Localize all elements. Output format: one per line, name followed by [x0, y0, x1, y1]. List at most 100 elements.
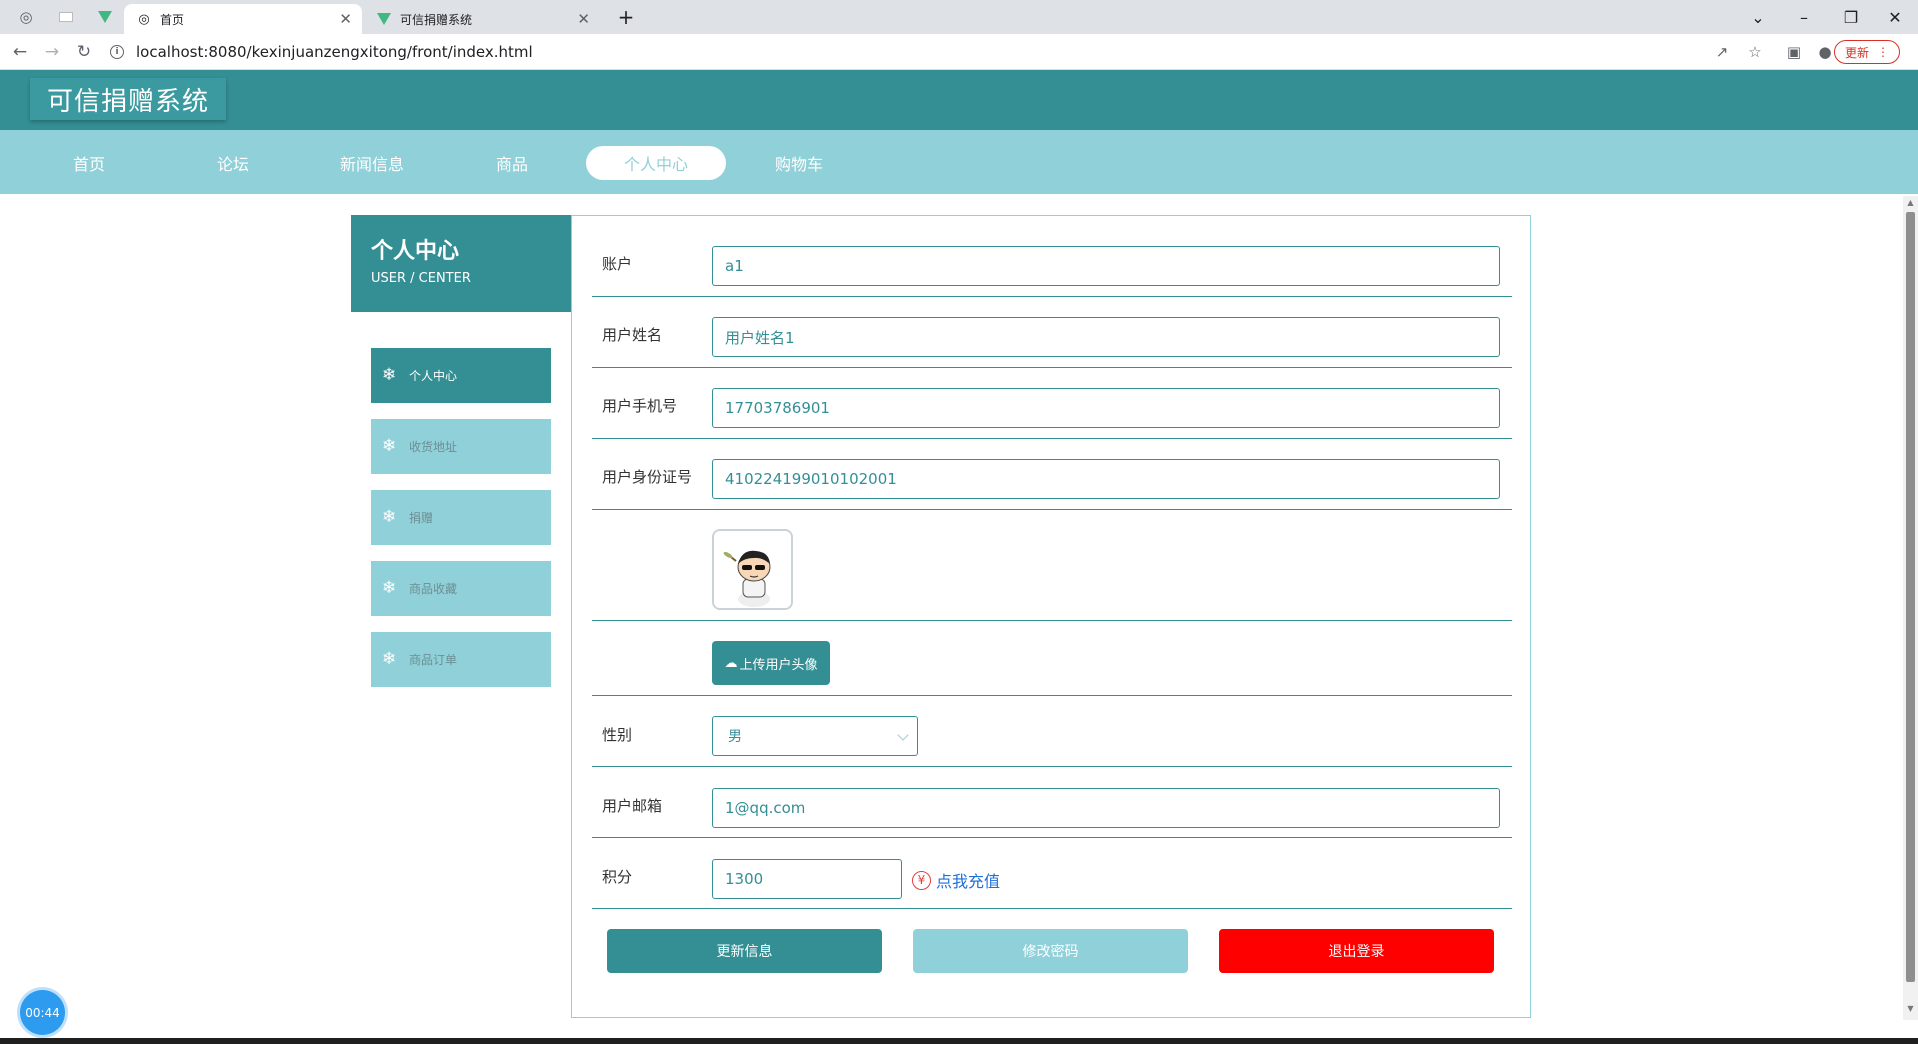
nav-products[interactable]: 商品: [483, 146, 541, 180]
sidebar-item-address[interactable]: ❄ 收货地址: [371, 419, 551, 474]
scroll-up-icon[interactable]: ▲: [1905, 198, 1916, 207]
points-field[interactable]: 1300: [712, 859, 902, 899]
tab-home[interactable]: ◎ 首页 ✕: [124, 4, 362, 34]
sidebar-header: 个人中心 USER / CENTER: [351, 215, 571, 312]
account-field[interactable]: a1: [712, 246, 1500, 286]
sidebar-item-label: 商品收藏: [409, 582, 458, 596]
site-header: 可信捐赠系统: [0, 70, 1918, 130]
points-label: 积分: [602, 868, 633, 886]
divider: [592, 766, 1512, 767]
avatar[interactable]: [712, 529, 793, 610]
update-info-button[interactable]: 更新信息: [607, 929, 882, 973]
tab-donation-system[interactable]: 可信捐赠系统 ✕: [364, 4, 600, 34]
globe-icon[interactable]: ◎: [17, 8, 35, 26]
sidebar-title: 个人中心: [371, 239, 460, 264]
nav-home[interactable]: 首页: [60, 146, 118, 180]
divider: [592, 438, 1512, 439]
id-card-label: 用户身份证号: [602, 468, 693, 486]
vue-icon[interactable]: [96, 8, 114, 26]
tab-title: 首页: [160, 12, 185, 27]
recharge-link[interactable]: ¥ 点我充值: [912, 868, 1000, 892]
avatar-cartoon-image: [714, 531, 791, 608]
vue-icon: [376, 11, 392, 27]
site-logo[interactable]: 可信捐赠系统: [30, 78, 226, 120]
gender-value: 男: [728, 729, 742, 745]
reload-icon[interactable]: ↻: [73, 41, 95, 63]
yen-icon: ¥: [912, 870, 931, 890]
update-label: 更新: [1844, 45, 1869, 60]
page: ◎ ◎ 首页 ✕ 可信捐赠系统 ✕ + ⌄ – ❐ ✕ ← → ↻ i loca…: [0, 0, 1918, 1044]
snowflake-icon: ❄: [382, 365, 397, 385]
nav-news[interactable]: 新闻信息: [332, 146, 412, 180]
divider: [592, 367, 1512, 368]
restore-icon[interactable]: ❐: [1836, 4, 1866, 30]
chevron-down-icon[interactable]: ⌄: [1743, 4, 1773, 30]
divider: [592, 296, 1512, 297]
scrollbar-thumb[interactable]: [1906, 212, 1915, 982]
close-icon[interactable]: ✕: [577, 10, 590, 28]
sidebar-item-user-center[interactable]: ❄ 个人中心: [371, 348, 551, 403]
email-field[interactable]: 1@qq.com: [712, 788, 1500, 828]
blank-page-icon[interactable]: [57, 8, 75, 26]
sidebar-item-label: 收货地址: [409, 440, 458, 454]
profile-icon[interactable]: ●: [1815, 42, 1835, 62]
sidebar-subtitle: USER / CENTER: [371, 271, 471, 286]
sidebar-item-donation[interactable]: ❄ 捐赠: [371, 490, 551, 545]
sidebar-item-label: 个人中心: [409, 369, 458, 383]
browser-tab-bar: ◎ ◎ 首页 ✕ 可信捐赠系统 ✕ + ⌄ – ❐ ✕: [0, 0, 1918, 34]
phone-label: 用户手机号: [602, 397, 678, 415]
globe-icon: ◎: [138, 11, 150, 27]
phone-field[interactable]: 17703786901: [712, 388, 1500, 428]
name-label: 用户姓名: [602, 326, 663, 344]
account-label: 账户: [602, 255, 633, 273]
taskbar-edge: [0, 1038, 1918, 1044]
nav-forum[interactable]: 论坛: [204, 146, 262, 180]
upload-label: 上传用户头像: [739, 657, 818, 673]
cloud-upload-icon: ☁: [724, 655, 738, 671]
window-close-icon[interactable]: ✕: [1880, 4, 1910, 30]
info-icon[interactable]: i: [110, 45, 124, 59]
divider: [592, 695, 1512, 696]
more-icon: ⋮: [1877, 45, 1889, 59]
close-icon[interactable]: ✕: [339, 10, 352, 28]
id-card-field[interactable]: 410224199010102001: [712, 459, 1500, 499]
snowflake-icon: ❄: [382, 436, 397, 456]
divider: [592, 509, 1512, 510]
share-icon[interactable]: ↗: [1712, 42, 1732, 62]
divider: [592, 908, 1512, 909]
email-label: 用户邮箱: [602, 797, 663, 815]
side-panel-icon[interactable]: ▣: [1784, 42, 1804, 62]
snowflake-icon: ❄: [382, 507, 397, 527]
nav-user-center[interactable]: 个人中心: [586, 146, 726, 180]
name-field[interactable]: 用户姓名1: [712, 317, 1500, 357]
recharge-label: 点我充值: [936, 872, 1001, 891]
snowflake-icon: ❄: [382, 578, 397, 598]
snowflake-icon: ❄: [382, 649, 397, 669]
gender-select[interactable]: 男: [712, 716, 918, 756]
update-button[interactable]: 更新 ⋮: [1834, 40, 1900, 64]
nav-cart[interactable]: 购物车: [765, 146, 833, 180]
url-field[interactable]: i localhost:8080/kexinjuanzengxitong/fro…: [110, 39, 1900, 65]
divider: [592, 837, 1512, 838]
browser-address-bar: ← → ↻ i localhost:8080/kexinjuanzengxito…: [0, 34, 1918, 70]
logout-button[interactable]: 退出登录: [1219, 929, 1494, 973]
change-password-button[interactable]: 修改密码: [913, 929, 1188, 973]
sidebar-item-label: 捐赠: [409, 511, 434, 525]
tab-title: 可信捐赠系统: [400, 12, 473, 27]
site-nav: 首页 论坛 新闻信息 商品 个人中心 购物车: [0, 130, 1918, 194]
timer-badge: 00:44: [20, 990, 65, 1035]
upload-avatar-button[interactable]: ☁ 上传用户头像: [712, 641, 830, 685]
scroll-down-icon[interactable]: ▼: [1905, 1004, 1916, 1013]
divider: [592, 620, 1512, 621]
gender-label: 性别: [602, 726, 633, 744]
sidebar-item-orders[interactable]: ❄ 商品订单: [371, 632, 551, 687]
sidebar-item-label: 商品订单: [409, 653, 458, 667]
chevron-down-icon: [897, 729, 909, 741]
star-icon[interactable]: ☆: [1745, 42, 1765, 62]
back-icon[interactable]: ←: [9, 41, 31, 63]
minimize-icon[interactable]: –: [1789, 4, 1819, 30]
sidebar-item-favorites[interactable]: ❄ 商品收藏: [371, 561, 551, 616]
new-tab-icon[interactable]: +: [617, 5, 635, 29]
forward-icon[interactable]: →: [41, 41, 63, 63]
url-text: localhost:8080/kexinjuanzengxitong/front…: [136, 43, 533, 61]
